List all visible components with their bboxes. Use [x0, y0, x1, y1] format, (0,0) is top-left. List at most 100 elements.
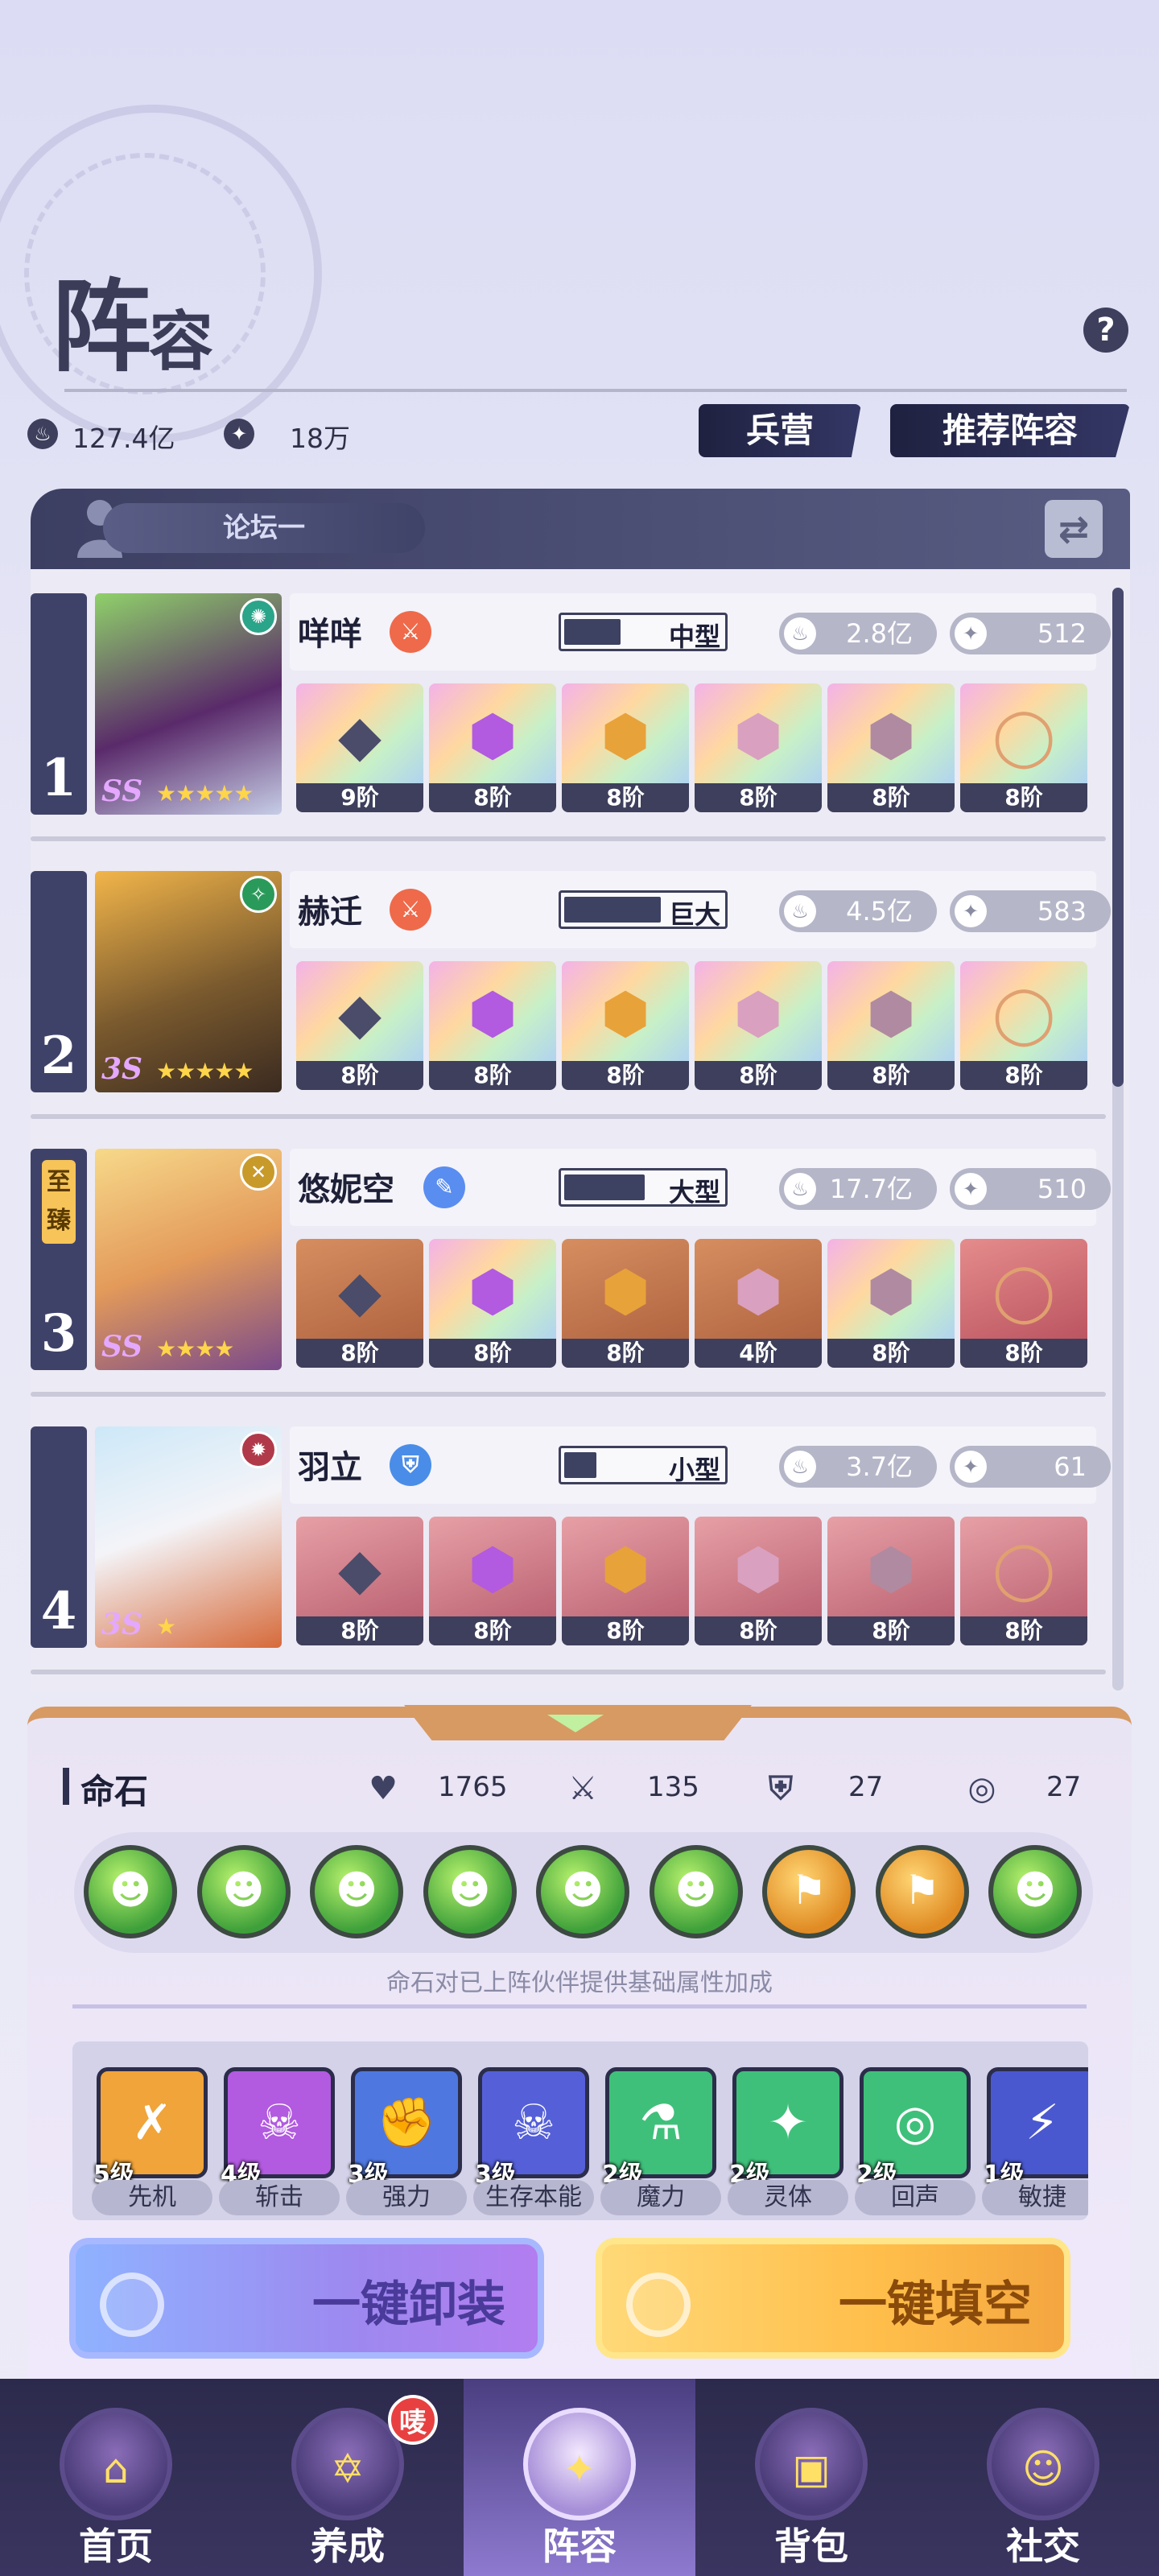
equipment-slot[interactable]: ⬢ 8阶 — [429, 961, 556, 1090]
equipment-tier: 8阶 — [562, 1061, 689, 1090]
nav-item-4[interactable]: ☺ 社交 — [927, 2379, 1159, 2576]
fate-stone-slot[interactable]: ☻ — [423, 1845, 517, 1938]
nav-item-1[interactable]: ✡ 养成 唛 — [232, 2379, 464, 2576]
equipment-tier: 8阶 — [429, 1339, 556, 1368]
equipment-tier: 8阶 — [960, 1061, 1087, 1090]
fate-stone-slot[interactable]: ☻ — [196, 1845, 291, 1938]
total-power: 127.4亿 — [72, 423, 175, 454]
equipment-slot[interactable]: ◆ 8阶 — [296, 1239, 423, 1368]
hero-slot-number: 4 — [40, 1581, 77, 1641]
equipment-slot[interactable]: ⬢ 4阶 — [695, 1239, 822, 1368]
nav-icon: ✦ — [523, 2408, 636, 2520]
equipment-slot[interactable]: ◆ 8阶 — [296, 961, 423, 1090]
one-click-fill-button[interactable]: 一键填空 — [596, 2238, 1070, 2359]
scrollbar-thumb[interactable] — [1112, 588, 1124, 1087]
fate-stone-slot[interactable]: ⚑ — [875, 1845, 969, 1938]
equipment-slot[interactable]: ⬢ 8阶 — [562, 1517, 689, 1645]
equipment-tier: 8阶 — [429, 783, 556, 812]
fate-stone-slot[interactable]: ⚑ — [762, 1845, 856, 1938]
fate-stone-slot[interactable]: ☻ — [988, 1845, 1082, 1938]
barracks-button[interactable]: 兵营 — [699, 404, 861, 457]
hero-portrait[interactable]: ✺ SS ★★★★★ — [95, 593, 282, 815]
size-label: 大型 — [668, 1177, 720, 1208]
equipment-tier: 8阶 — [296, 1616, 423, 1645]
hero-row[interactable]: 4 ✹ 3S ★ 羽立 ⛨ 小型 ♨ 3.7亿 ✦ 61 ◆ 8阶 ⬢ 8阶 ⬢ 8阶 ⬢ 8阶 ⬢ 8阶 ◯ 8阶 — [31, 1402, 1112, 1680]
nav-item-0[interactable]: ⌂ 首页 — [0, 2379, 232, 2576]
size-bar: 大型 — [559, 1168, 728, 1208]
equipment-tier: 4阶 — [695, 1339, 822, 1368]
star-power-icon: ✦ — [955, 617, 987, 650]
fate-stone-slot[interactable]: ☻ — [536, 1845, 629, 1938]
equipment-slot[interactable]: ◆ 9阶 — [296, 683, 423, 812]
size-fill — [564, 1174, 645, 1200]
help-icon[interactable]: ? — [1083, 308, 1128, 353]
fate-stone-slot[interactable]: ☻ — [649, 1845, 743, 1938]
hero-portrait[interactable]: ✕ SS ★★★★ — [95, 1149, 282, 1370]
equipment-tier: 8阶 — [695, 1061, 822, 1090]
equipment-slot[interactable]: ⬢ 8阶 — [827, 1517, 955, 1645]
page-title-sub: 容 — [149, 303, 213, 379]
equipment-slot[interactable]: ⬢ 8阶 — [429, 1517, 556, 1645]
hero-rank: SS — [101, 1330, 143, 1364]
equipment-slot[interactable]: ◯ 8阶 — [960, 1239, 1087, 1368]
hero-row[interactable]: 至臻 3 ✕ SS ★★★★ 悠妮空 ✎ 大型 ♨ 17.7亿 ✦ 510 ◆ 8阶 ⬢ 8阶 ⬢ 8阶 ⬢ 4阶 ⬢ 8… — [31, 1125, 1112, 1402]
equipment-slot[interactable]: ⬢ 8阶 — [827, 1239, 955, 1368]
equipment-icon: ⬢ — [600, 980, 650, 1046]
nav-item-2[interactable]: ✦ 阵容 — [464, 2379, 695, 2576]
hero-portrait[interactable]: ✹ 3S ★ — [95, 1426, 282, 1648]
hero-name: 赫迁 — [298, 893, 362, 931]
fate-stone-slot[interactable]: ☻ — [84, 1845, 177, 1938]
hero-name: 悠妮空 — [298, 1170, 394, 1208]
hero-power-value: 17.7亿 — [829, 1174, 913, 1204]
equipment-slot[interactable]: ⬢ 8阶 — [429, 1239, 556, 1368]
equipment-slot[interactable]: ⬢ 8阶 — [695, 1517, 822, 1645]
equipment-tier: 8阶 — [562, 1339, 689, 1368]
team-name[interactable]: 论坛一 — [103, 503, 425, 553]
fate-stone-slot[interactable]: ☻ — [310, 1845, 403, 1938]
equipment-slot[interactable]: ◆ 8阶 — [296, 1517, 423, 1645]
equipment-slot[interactable]: ⬢ 8阶 — [429, 683, 556, 812]
equipment-icon: ◆ — [338, 703, 382, 769]
equipment-tier: 8阶 — [827, 1616, 955, 1645]
equipment-icon: ⬢ — [866, 703, 916, 769]
equipment-slot[interactable]: ⬢ 8阶 — [695, 961, 822, 1090]
row-divider — [31, 1670, 1106, 1674]
equipment-tier: 8阶 — [827, 1339, 955, 1368]
element-icon: ✕ — [240, 1154, 277, 1191]
size-label: 小型 — [668, 1455, 720, 1485]
hero-score-value: 512 — [1037, 618, 1087, 649]
hero-portrait[interactable]: ✧ 3S ★★★★★ — [95, 871, 282, 1092]
hero-power-value: 2.8亿 — [846, 618, 913, 649]
equipment-icon: ◆ — [338, 980, 382, 1046]
equipment-slot[interactable]: ⬢ 8阶 — [827, 961, 955, 1090]
hero-slot-number: 1 — [40, 748, 77, 808]
equipment-slot[interactable]: ⬢ 8阶 — [827, 683, 955, 812]
hero-row[interactable]: 2 ✧ 3S ★★★★★ 赫迁 ⚔ 巨大 ♨ 4.5亿 ✦ 583 ◆ 8阶 ⬢ 8阶 ⬢ 8阶 ⬢ 8阶 ⬢ 8阶 ◯ 8… — [31, 847, 1112, 1125]
hero-power: ♨ 2.8亿 — [779, 613, 937, 654]
skill-list[interactable]: ✗ 5级 先机 ☠ 4级 斩击 ✊ 3级 强力 ☠ 3级 生存本能 ⚗ 2级 魔力 ✦ 2级 灵体 ◎ 2级 回声 ⚡ 1级… — [72, 2041, 1088, 2220]
equipment-slot[interactable]: ◯ 8阶 — [960, 683, 1087, 812]
hero-rank: 3S — [101, 1608, 143, 1641]
equipment-slot[interactable]: ⬢ 8阶 — [562, 961, 689, 1090]
swap-team-icon[interactable]: ⇄ — [1045, 500, 1103, 558]
equipment-icon: ⬢ — [600, 1536, 650, 1602]
hero-rank: SS — [101, 774, 143, 808]
equipment-icon: ⬢ — [468, 1536, 518, 1602]
equipment-icon: ⬢ — [733, 1536, 783, 1602]
nav-item-3[interactable]: ▣ 背包 — [695, 2379, 927, 2576]
equipment-slot[interactable]: ⬢ 8阶 — [562, 1239, 689, 1368]
bottom-nav: ⌂ 首页 ✡ 养成唛 ✦ 阵容 ▣ 背包 ☺ 社交 — [0, 2379, 1159, 2576]
equipment-slot[interactable]: ⬢ 8阶 — [562, 683, 689, 812]
equipment-slot[interactable]: ◯ 8阶 — [960, 1517, 1087, 1645]
size-bar: 巨大 — [559, 890, 728, 930]
equipment-slot[interactable]: ⬢ 8阶 — [695, 683, 822, 812]
size-bar: 中型 — [559, 613, 728, 652]
one-click-unequip-button[interactable]: 一键卸装 — [69, 2238, 544, 2359]
hero-row[interactable]: 1 ✺ SS ★★★★★ 咩咩 ⚔ 中型 ♨ 2.8亿 ✦ 512 ◆ 9阶 ⬢ 8阶 ⬢ 8阶 ⬢ 8阶 ⬢ 8阶 ◯ 8… — [31, 569, 1112, 847]
skill-name: 魔力 — [600, 2180, 721, 2215]
recommended-lineup-button[interactable]: 推荐阵容 — [890, 404, 1130, 457]
element-icon: ✧ — [240, 876, 277, 913]
hero-list[interactable]: 1 ✺ SS ★★★★★ 咩咩 ⚔ 中型 ♨ 2.8亿 ✦ 512 ◆ 9阶 ⬢ 8阶 ⬢ 8阶 ⬢ 8阶 ⬢ 8阶 ◯ 8… — [31, 569, 1130, 1692]
equipment-slot[interactable]: ◯ 8阶 — [960, 961, 1087, 1090]
equipment-tier: 8阶 — [695, 1616, 822, 1645]
